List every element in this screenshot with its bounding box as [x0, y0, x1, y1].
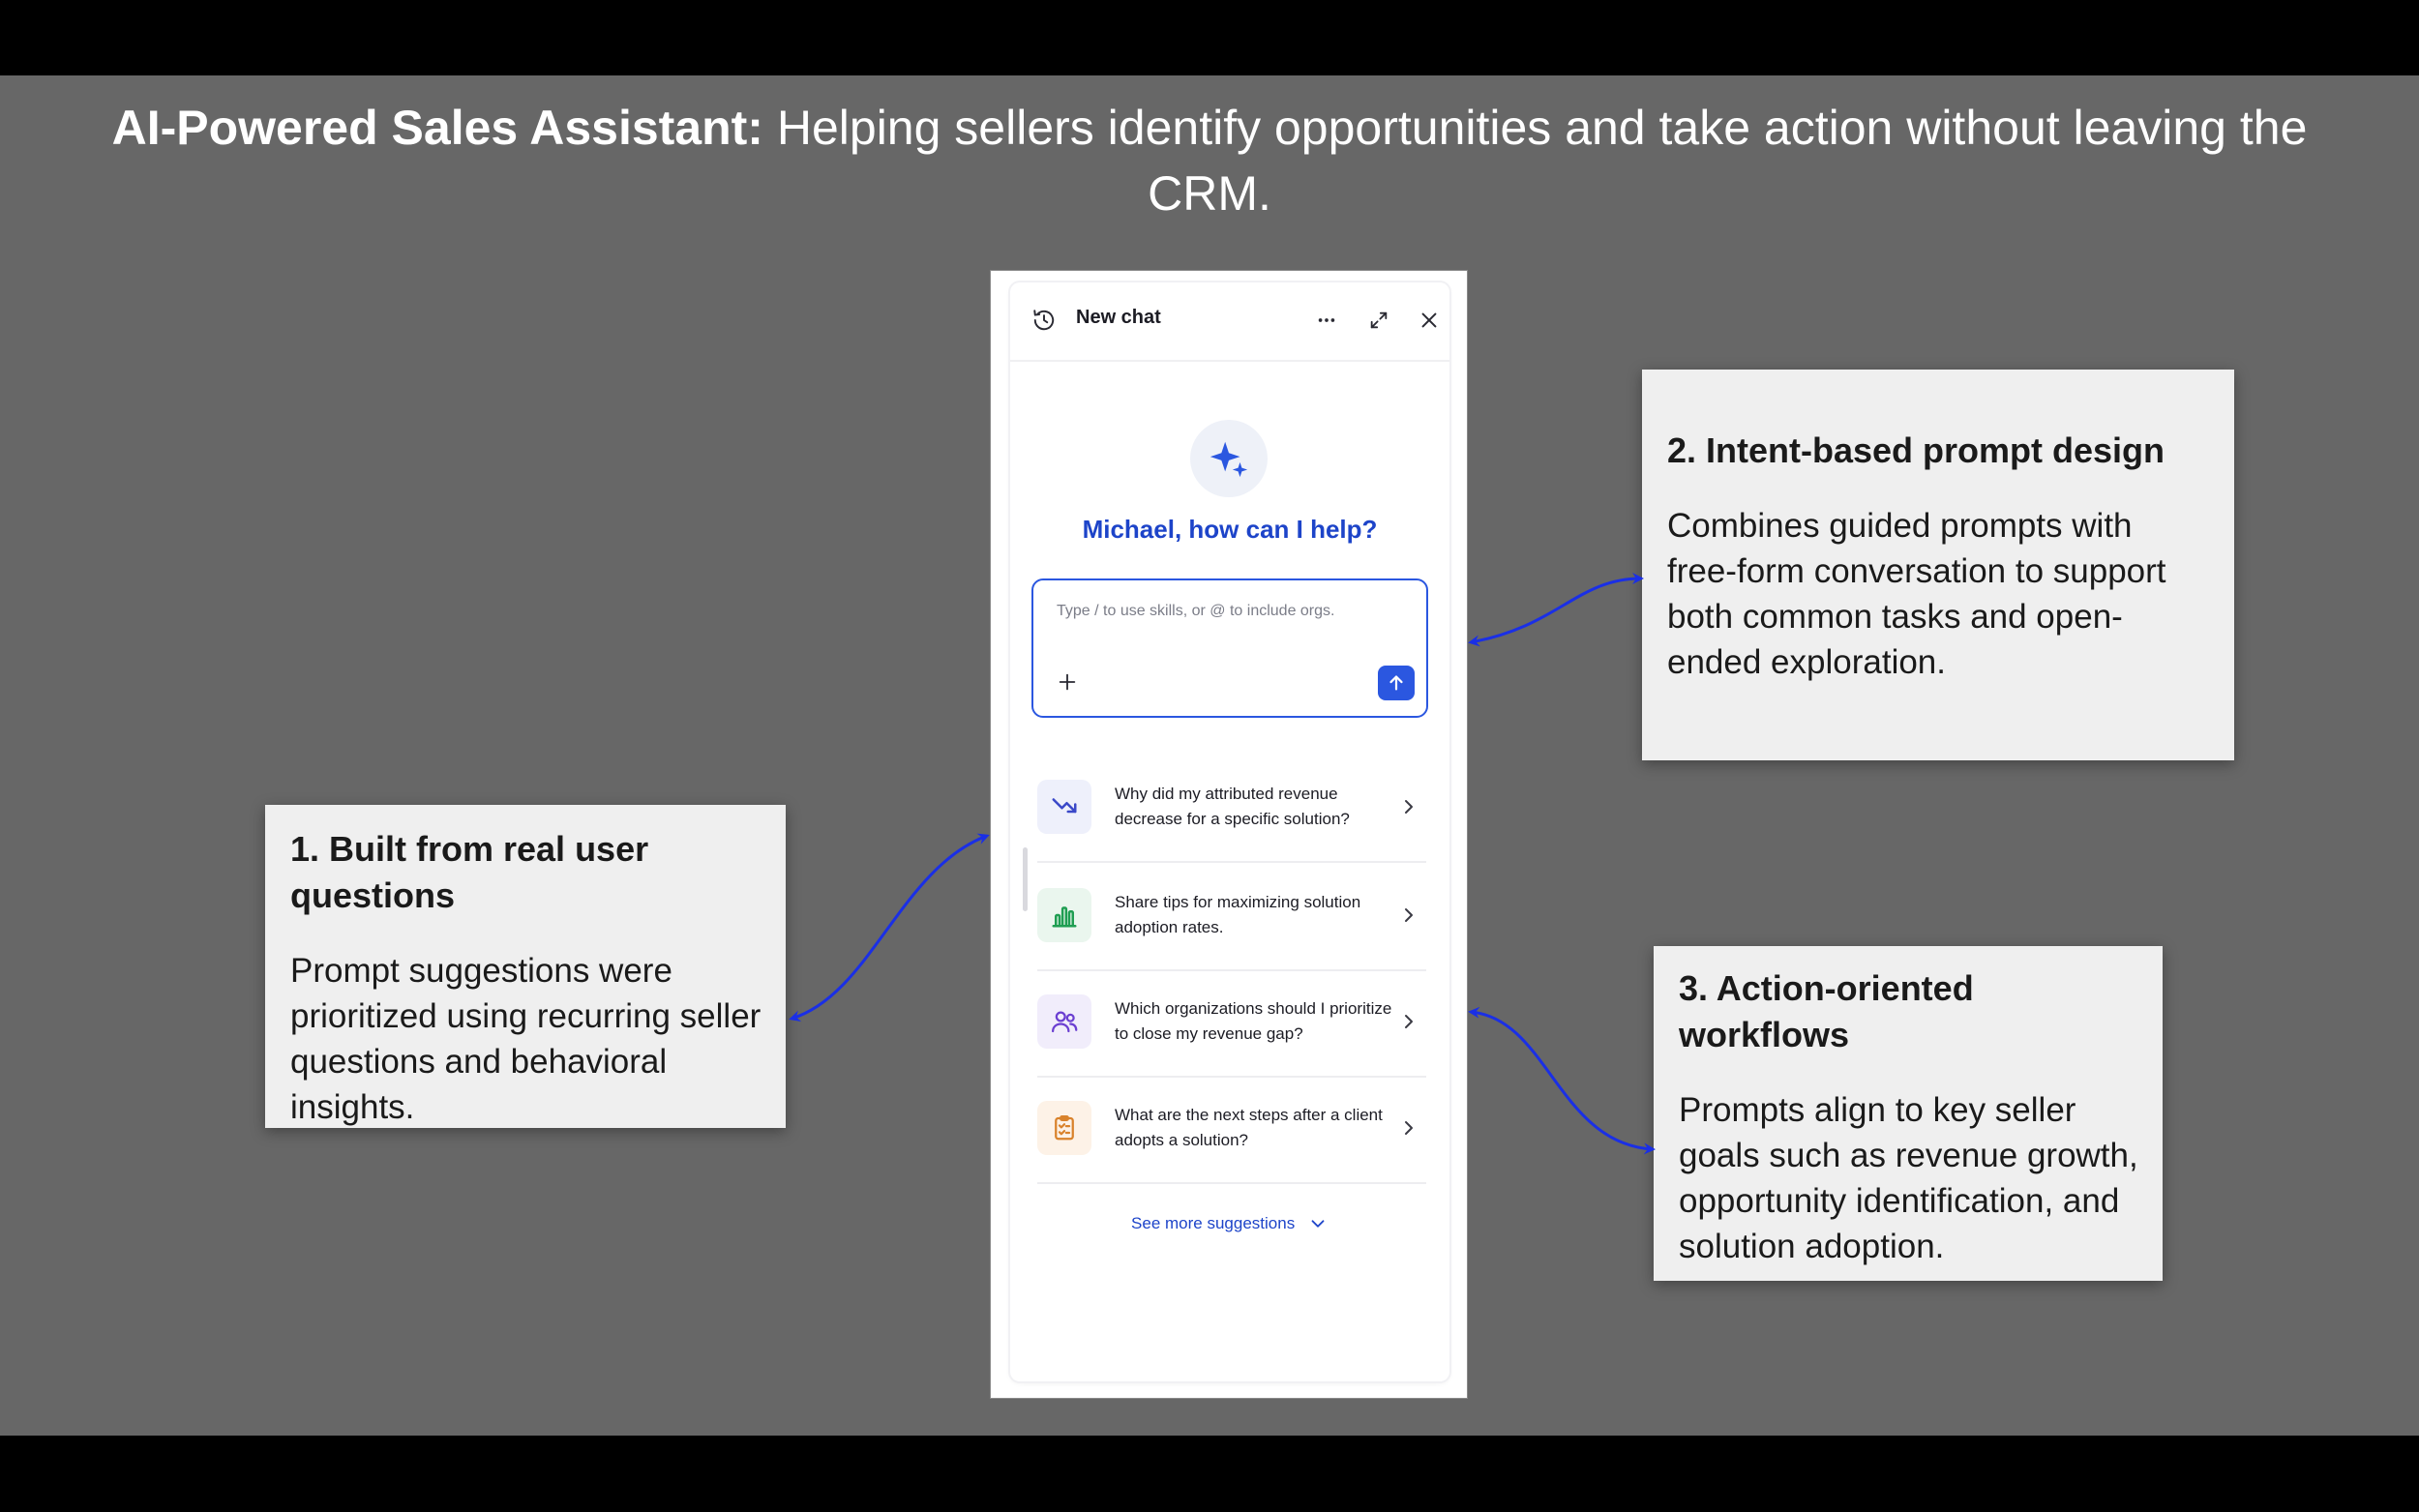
see-more-label: See more suggestions	[1131, 1214, 1296, 1232]
chevron-right-icon	[1397, 1010, 1420, 1033]
suggestion-text: Which organizations should I prioritize …	[1115, 999, 1392, 1043]
close-icon[interactable]	[1415, 306, 1444, 335]
headline-bold: AI-Powered Sales Assistant:	[111, 101, 763, 155]
add-attachment-icon[interactable]	[1053, 667, 1082, 697]
suggestion-text: Share tips for maximizing solution adopt…	[1115, 893, 1361, 936]
users-icon	[1037, 994, 1091, 1049]
scrollbar-handle[interactable]	[1023, 847, 1028, 911]
assistant-mockup-frame: New chat Michael, how can I help? Type /…	[991, 271, 1467, 1398]
suggestion-item[interactable]: Share tips for maximizing solution adopt…	[1037, 863, 1426, 971]
suggestion-text: Why did my attributed revenue decrease f…	[1115, 785, 1350, 828]
callout-body: Prompt suggestions were prioritized usin…	[290, 952, 762, 1126]
see-more-suggestions-button[interactable]: See more suggestions	[1010, 1213, 1449, 1234]
arrow-callout-3	[1468, 1006, 1656, 1155]
send-button[interactable]	[1378, 666, 1415, 700]
greeting-text: Michael, how can I help?	[1082, 515, 1378, 544]
chevron-down-icon	[1299, 1213, 1329, 1231]
suggestion-text: What are the next steps after a client a…	[1115, 1106, 1383, 1149]
bar-chart-icon	[1037, 888, 1091, 942]
suggestion-item[interactable]: What are the next steps after a client a…	[1037, 1076, 1426, 1184]
history-icon[interactable]	[1030, 306, 1059, 335]
clipboard-check-icon	[1037, 1101, 1091, 1155]
callout-intent-prompt-design: 2. Intent-based prompt design Combines g…	[1642, 370, 2234, 760]
sparkle-icon	[1190, 420, 1268, 497]
chevron-right-icon	[1397, 1116, 1420, 1140]
callout-title: 3. Action-oriented workflows	[1679, 968, 1974, 1054]
callout-body: Combines guided prompts with free-form c…	[1667, 507, 2166, 681]
callout-body: Prompts align to key seller goals such a…	[1679, 1091, 2138, 1265]
callout-built-from-questions: 1. Built from real user questions Prompt…	[265, 805, 786, 1128]
arrow-up-icon	[1389, 675, 1403, 691]
headline-rest: Helping sellers identify opportunities a…	[762, 101, 2308, 221]
arrow-callout-1	[789, 833, 990, 1023]
presentation-slide: AI-Powered Sales Assistant: Helping sell…	[0, 75, 2419, 1436]
chat-title: New chat	[1076, 307, 1161, 328]
chat-composer[interactable]	[1031, 578, 1428, 718]
chat-input[interactable]	[1055, 602, 1407, 621]
chevron-right-icon	[1397, 904, 1420, 927]
callout-title: 2. Intent-based prompt design	[1667, 430, 2165, 470]
chevron-right-icon	[1397, 795, 1420, 818]
arrow-callout-2	[1468, 573, 1644, 647]
chat-header: New chat	[1010, 282, 1449, 362]
callout-title: 1. Built from real user questions	[290, 829, 649, 915]
suggestion-item[interactable]: Which organizations should I prioritize …	[1037, 969, 1426, 1078]
suggestion-item[interactable]: Why did my attributed revenue decrease f…	[1037, 755, 1426, 863]
more-options-icon[interactable]	[1312, 306, 1341, 335]
expand-icon[interactable]	[1364, 306, 1393, 335]
slide-headline: AI-Powered Sales Assistant: Helping sell…	[97, 95, 2322, 226]
chat-panel: New chat Michael, how can I help? Type /…	[1010, 282, 1449, 1381]
callout-action-workflows: 3. Action-oriented workflows Prompts ali…	[1654, 946, 2163, 1281]
trending-down-icon	[1037, 780, 1091, 834]
